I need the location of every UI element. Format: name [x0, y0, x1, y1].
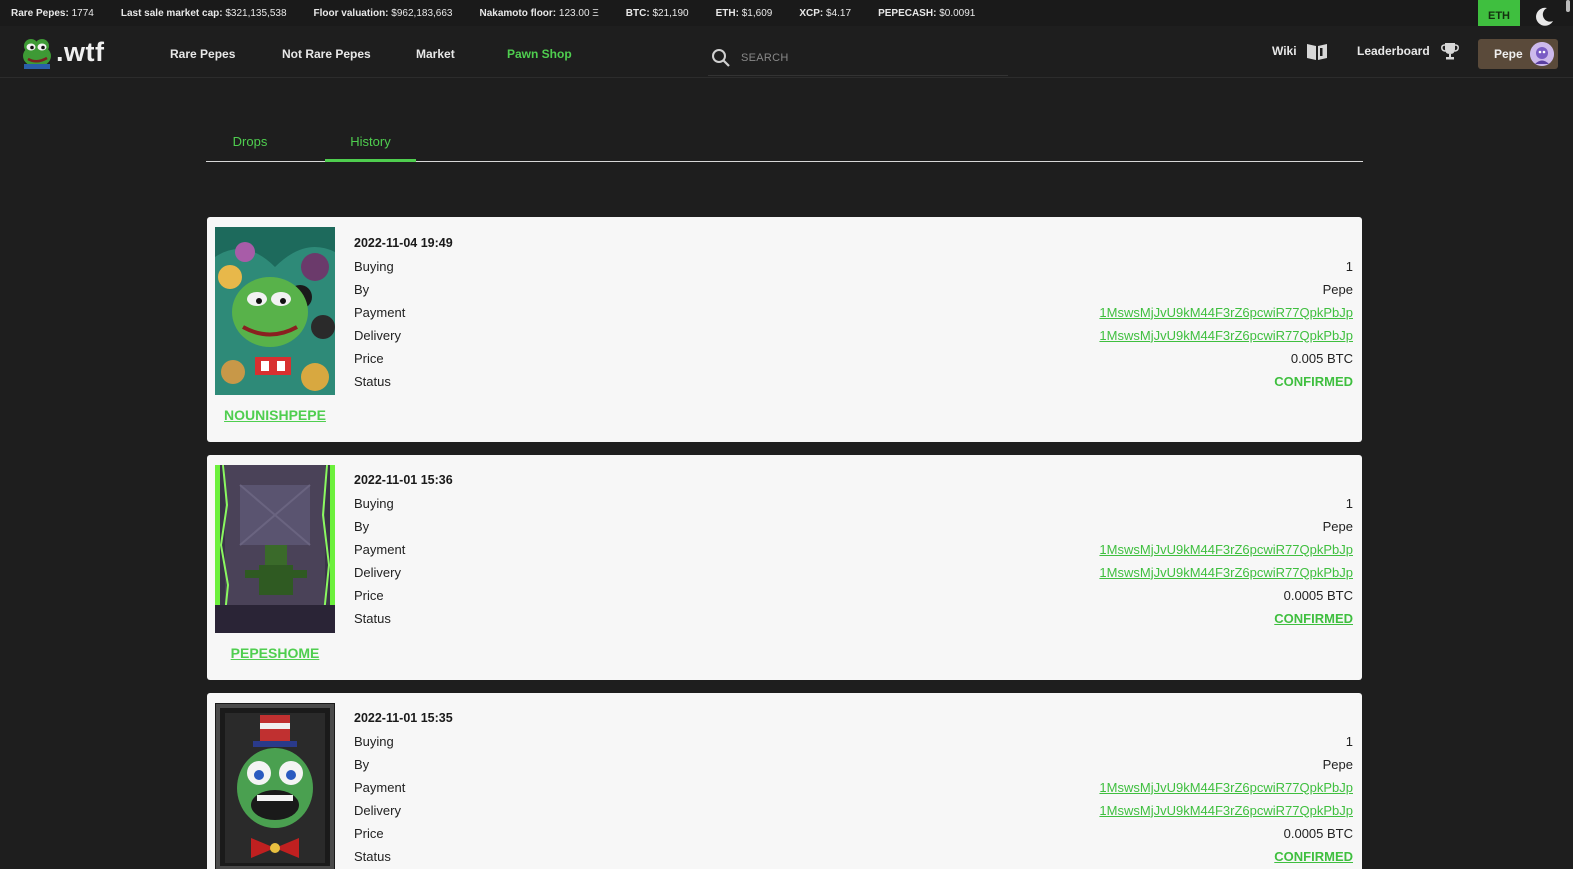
- price-ticker: Rare Pepes: 1774 Last sale market cap: $…: [0, 0, 1573, 26]
- main-navigation: .wtf Rare Pepes Not Rare Pepes Market Pa…: [0, 26, 1573, 78]
- order-date: 2022-11-04 19:49: [354, 236, 453, 250]
- order-row-buying: Buying 1: [354, 492, 1353, 514]
- order-row-delivery: Delivery 1MswsMjJvU9kM44F3rZ6pcwiR77QpkPb…: [354, 799, 1353, 821]
- row-value: 0.0005 BTC: [1283, 587, 1353, 603]
- row-label: Buying: [354, 258, 394, 274]
- row-value: 1: [1345, 733, 1353, 749]
- row-value: 0.0005 BTC: [1283, 825, 1353, 841]
- card-name-link[interactable]: NOUNISHPEPE: [215, 407, 335, 423]
- status-badge: CONFIRMED: [1274, 373, 1353, 389]
- nav-market[interactable]: Market: [416, 47, 455, 61]
- nav-pawn-shop[interactable]: Pawn Shop: [507, 47, 572, 61]
- order-row-by: By Pepe: [354, 278, 1353, 300]
- row-label: Status: [354, 610, 391, 626]
- row-label: Buying: [354, 495, 394, 511]
- ticker-floor-valuation: Floor valuation: $962,183,663: [313, 7, 453, 19]
- row-value: Pepe: [1322, 756, 1353, 772]
- row-label: Price: [354, 587, 384, 603]
- row-label: By: [354, 756, 370, 772]
- row-label: Buying: [354, 733, 394, 749]
- order-row-price: Price 0.0005 BTC: [354, 822, 1353, 844]
- pepe-logo-icon: [23, 39, 51, 69]
- book-icon: [1306, 44, 1327, 60]
- tab-history[interactable]: History: [325, 134, 416, 162]
- row-value: Pepe: [1322, 518, 1353, 534]
- payment-address-link[interactable]: 1MswsMjJvU9kM44F3rZ6pcwiR77QpkPbJp: [1099, 542, 1353, 557]
- search-bar: [708, 40, 1008, 76]
- row-label: Delivery: [354, 564, 401, 580]
- row-label: Delivery: [354, 802, 401, 818]
- card-image-pepeshome[interactable]: [215, 465, 335, 633]
- ticker-rare-pepes: Rare Pepes: 1774: [11, 7, 94, 19]
- order-row-status: Status CONFIRMED: [354, 370, 1353, 392]
- order-row-price: Price 0.005 BTC: [354, 347, 1353, 369]
- pawn-shop-tabs: Drops History: [206, 128, 1363, 162]
- row-label: Status: [354, 848, 391, 864]
- order-row-payment: Payment 1MswsMjJvU9kM44F3rZ6pcwiR77QpkPbJ…: [354, 538, 1353, 560]
- payment-address-link[interactable]: 1MswsMjJvU9kM44F3rZ6pcwiR77QpkPbJp: [1099, 780, 1353, 795]
- user-label: Pepe: [1494, 47, 1523, 61]
- row-label: Status: [354, 373, 391, 389]
- dark-mode-moon-icon[interactable]: [1533, 6, 1555, 28]
- payment-address-link[interactable]: 1MswsMjJvU9kM44F3rZ6pcwiR77QpkPbJp: [1099, 305, 1353, 320]
- ticker-market-cap: Last sale market cap: $321,135,538: [120, 7, 287, 19]
- order-date: 2022-11-01 15:36: [354, 473, 453, 487]
- order-row-delivery: Delivery 1MswsMjJvU9kM44F3rZ6pcwiR77QpkPb…: [354, 324, 1353, 346]
- ticker-pepecash: PEPECASH: $0.0091: [878, 7, 976, 19]
- row-label: Payment: [354, 779, 406, 795]
- wiki-label: Wiki: [1272, 44, 1297, 58]
- row-label: Price: [354, 825, 384, 841]
- card-name-link[interactable]: PEPESHOME: [215, 645, 335, 661]
- ticker-eth: ETH: $1,609: [715, 7, 773, 19]
- row-value: 0.005 BTC: [1290, 350, 1353, 366]
- row-value: 1: [1345, 495, 1353, 511]
- wiki-link[interactable]: Wiki: [1272, 41, 1329, 61]
- nav-rare-pepes[interactable]: Rare Pepes: [170, 47, 235, 61]
- delivery-address-link[interactable]: 1MswsMjJvU9kM44F3rZ6pcwiR77QpkPbJp: [1099, 565, 1353, 580]
- leaderboard-link[interactable]: Leaderboard: [1357, 41, 1460, 61]
- row-value: 1: [1345, 258, 1353, 274]
- order-row-status: Status CONFIRMED: [354, 607, 1353, 629]
- tab-drops[interactable]: Drops: [206, 134, 294, 162]
- row-label: Payment: [354, 304, 406, 320]
- ticker-nakamoto-floor: Nakamoto floor: 123.00 Ξ: [479, 7, 599, 19]
- row-label: Delivery: [354, 327, 401, 343]
- delivery-address-link[interactable]: 1MswsMjJvU9kM44F3rZ6pcwiR77QpkPbJp: [1099, 803, 1353, 818]
- row-label: By: [354, 281, 370, 297]
- order-row-delivery: Delivery 1MswsMjJvU9kM44F3rZ6pcwiR77QpkPb…: [354, 561, 1353, 583]
- row-label: Price: [354, 350, 384, 366]
- card-image-nounishpepe[interactable]: [215, 227, 335, 395]
- order-card: PEPESHOME 2022-11-01 15:36 Buying 1 By Pep…: [207, 455, 1362, 680]
- order-row-payment: Payment 1MswsMjJvU9kM44F3rZ6pcwiR77QpkPbJ…: [354, 301, 1353, 323]
- user-menu-button[interactable]: Pepe: [1478, 39, 1558, 69]
- row-value: Pepe: [1322, 281, 1353, 297]
- nav-not-rare-pepes[interactable]: Not Rare Pepes: [282, 47, 371, 61]
- status-link[interactable]: CONFIRMED: [1274, 849, 1353, 864]
- row-label: By: [354, 518, 370, 534]
- delivery-address-link[interactable]: 1MswsMjJvU9kM44F3rZ6pcwiR77QpkPbJp: [1099, 328, 1353, 343]
- search-icon: [712, 48, 730, 67]
- order-row-by: By Pepe: [354, 753, 1353, 775]
- ticker-xcp: XCP: $4.17: [799, 7, 852, 19]
- order-row-buying: Buying 1: [354, 730, 1353, 752]
- order-row-buying: Buying 1: [354, 255, 1353, 277]
- leaderboard-label: Leaderboard: [1357, 44, 1430, 58]
- row-label: Payment: [354, 541, 406, 557]
- order-card: 2022-11-01 15:35 Buying 1 By Pepe Payment 1…: [207, 693, 1362, 869]
- status-link[interactable]: CONFIRMED: [1274, 611, 1353, 626]
- user-avatar: [1530, 42, 1554, 66]
- order-date: 2022-11-01 15:35: [354, 711, 453, 725]
- order-row-status: Status CONFIRMED: [354, 845, 1353, 867]
- ticker-btc: BTC: $21,190: [625, 7, 689, 19]
- card-image-clown-pepe[interactable]: [215, 703, 335, 869]
- scrollbar-handle[interactable]: [1566, 0, 1570, 12]
- order-card: NOUNISHPEPE 2022-11-04 19:49 Buying 1 By P…: [207, 217, 1362, 442]
- order-row-price: Price 0.0005 BTC: [354, 584, 1353, 606]
- search-input[interactable]: [741, 51, 981, 64]
- order-row-by: By Pepe: [354, 515, 1353, 537]
- trophy-icon: [1440, 43, 1459, 60]
- logo-text: .wtf: [56, 36, 105, 67]
- site-logo[interactable]: .wtf: [20, 35, 105, 69]
- order-row-payment: Payment 1MswsMjJvU9kM44F3rZ6pcwiR77QpkPbJ…: [354, 776, 1353, 798]
